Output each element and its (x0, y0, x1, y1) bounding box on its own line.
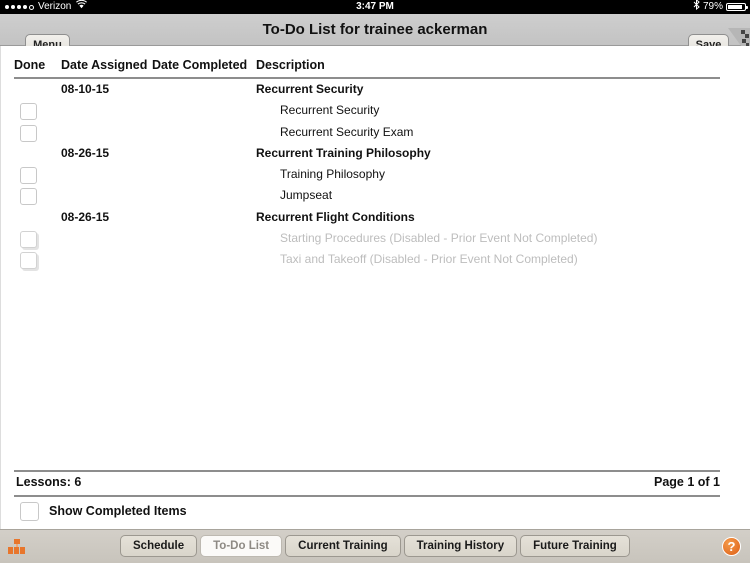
footer-divider-bottom (14, 495, 720, 497)
description-value: Recurrent Security (280, 103, 380, 118)
todo-item-checkbox[interactable] (20, 188, 37, 206)
page-indicator-label: Page 1 of 1 (654, 475, 720, 489)
todo-row-list: 08-10-15 Recurrent Security Recurrent Secu… (0, 80, 750, 272)
description-value: Recurrent Security (256, 82, 364, 96)
tab-training-history[interactable]: Training History (403, 535, 518, 557)
lessons-count-label: Lessons: 6 (16, 475, 82, 489)
column-header-date-assigned: Date Assigned (61, 58, 148, 72)
todo-group-row: 08-26-15 Recurrent Training Philosophy (0, 144, 750, 165)
table-header-row: Done Date Assigned Date Completed Descri… (0, 58, 750, 78)
todo-item-row: Training Philosophy (0, 165, 750, 186)
date-assigned-value: 08-10-15 (61, 82, 110, 96)
tab-future-training[interactable]: Future Training (520, 535, 630, 557)
todo-item-row: Jumpseat (0, 186, 750, 207)
status-bar: Verizon 3:47 PM 79% (0, 0, 750, 14)
battery-percent-label: 79% (702, 1, 723, 12)
date-assigned-value: 08-26-15 (61, 209, 110, 224)
tab-schedule[interactable]: Schedule (120, 535, 198, 557)
description-value: Recurrent Training Philosophy (256, 145, 431, 160)
column-header-description: Description (256, 58, 325, 72)
title-bar: Menu To-Do List for trainee ackerman Sav… (0, 14, 750, 58)
bottom-tab-bar: Schedule To-Do List Current Training Traini… (0, 529, 750, 563)
todo-item-row: Recurrent Security (0, 101, 750, 122)
todo-item-checkbox[interactable] (20, 124, 37, 142)
description-value: Recurrent Flight Conditions (256, 209, 415, 224)
description-value: Starting Procedures (Disabled - Prior Ev… (280, 231, 598, 246)
content-area: Done Date Assigned Date Completed Descri… (0, 46, 750, 529)
tab-current-training[interactable]: Current Training (285, 535, 401, 557)
todo-item-checkbox[interactable] (20, 103, 37, 121)
todo-item-row: Starting Procedures (Disabled - Prior Ev… (0, 229, 750, 250)
description-value: Taxi and Takeoff (Disabled - Prior Event… (280, 252, 578, 267)
battery-icon (726, 3, 748, 11)
app-window: Verizon 3:47 PM 79% Menu To-Do List for … (0, 0, 750, 563)
description-value: Recurrent Security Exam (280, 124, 414, 139)
todo-item-row: Recurrent Security Exam (0, 123, 750, 144)
todo-item-checkbox (20, 231, 37, 249)
footer-divider-top (14, 470, 720, 472)
show-completed-items-checkbox[interactable] (20, 502, 39, 521)
tab-group: Schedule To-Do List Current Training Traini… (120, 535, 630, 557)
bluetooth-icon (693, 0, 700, 15)
todo-group-row: 08-26-15 Recurrent Flight Conditions (0, 208, 750, 229)
page-title: To-Do List for trainee ackerman (262, 21, 488, 38)
description-value: Training Philosophy (280, 167, 385, 182)
todo-group-row: 08-10-15 Recurrent Security (0, 80, 750, 101)
todo-item-checkbox (20, 252, 37, 270)
status-bar-time: 3:47 PM (356, 1, 394, 12)
status-bar-right: 79% (693, 0, 748, 15)
table-header-divider (14, 77, 720, 79)
app-grid-icon[interactable] (8, 539, 26, 555)
column-header-date-completed: Date Completed (152, 58, 248, 72)
tab-to-do-list[interactable]: To-Do List (200, 535, 283, 557)
todo-item-checkbox[interactable] (20, 167, 37, 185)
column-header-done: Done (14, 58, 46, 72)
todo-item-row: Taxi and Takeoff (Disabled - Prior Event… (0, 250, 750, 271)
help-question-icon[interactable]: ? (722, 537, 741, 556)
show-completed-items-label: Show Completed Items (49, 504, 187, 518)
description-value: Jumpseat (280, 188, 333, 203)
date-assigned-value: 08-26-15 (61, 145, 110, 160)
